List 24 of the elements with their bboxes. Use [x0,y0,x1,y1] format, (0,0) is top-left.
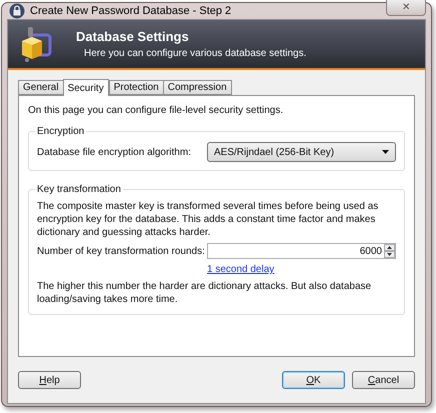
close-button[interactable]: ✕ [386,0,426,16]
tab[interactable]: Compression [162,80,232,95]
field-label: Number of key transformation rounds: [37,246,206,256]
tab[interactable]: Protection [108,80,164,95]
caret-icon [382,150,389,154]
cancel-button[interactable]: Cancel [352,371,415,389]
database-box-icon [20,25,54,63]
help-button[interactable]: Help [18,371,81,389]
field-label: Database file encryption algorithm: [37,146,192,158]
tab[interactable]: Security [62,79,109,96]
algorithm-dropdown[interactable]: AES/Rijndael (256-Bit Key) [207,142,396,162]
delay-link[interactable]: 1 second delay [207,263,396,276]
ok-button[interactable]: OK [282,371,345,389]
spin-arrows-icon [384,244,395,258]
window-title: Create New Password Database - Step 2 [30,5,232,17]
banner-title: Database Settings [76,29,190,44]
banner-subtitle: Here you can configure various database settings. [83,48,306,59]
note-text: The higher this number the harder are dictionary attacks. But also database loading/saving takes more time. [37,280,372,306]
rounds-spin-field[interactable]: 6000 [207,243,396,259]
group-legend: Encryption [35,125,86,138]
tab[interactable]: General [18,80,64,95]
group-legend: Key transformation [35,183,123,196]
intro-text: On this page you can configure file-level security settings. [28,104,284,117]
description-text: The composite master key is transformed several times before being used as encryption key for the database. This adds a constant time factor and makes dictionary and guessing attacks harder. [37,200,380,239]
